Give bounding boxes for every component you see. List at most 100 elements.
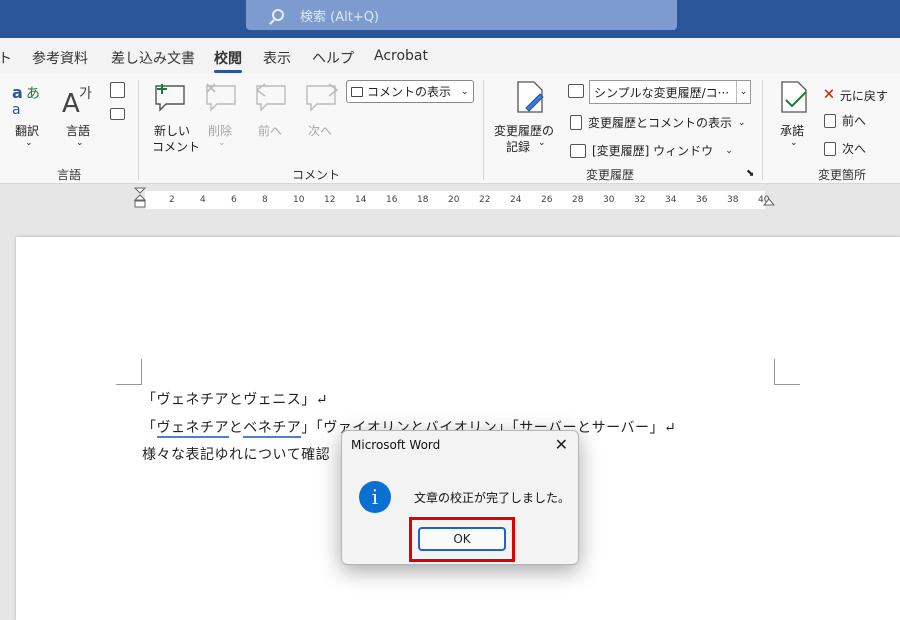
display-for-review-dropdown[interactable]: シンプルな変更履歴/コ··· ⌄ (589, 80, 751, 104)
new-comment-line2[interactable]: コメント (152, 138, 200, 155)
ruler-tick: 24 (510, 195, 522, 205)
next-comment-button[interactable]: 次へ (308, 122, 332, 139)
tab-mailings[interactable]: 差し込み文書 (111, 48, 195, 68)
track-changes-icon (517, 81, 544, 113)
ruler-tick: 14 (355, 195, 367, 205)
ok-button[interactable]: OK (418, 527, 506, 551)
reject-button[interactable]: 🗙 元に戻す (824, 84, 888, 106)
display-for-review-icon (568, 84, 584, 98)
next-change-icon (824, 141, 836, 156)
delete-comment-button[interactable]: 削除 (208, 122, 232, 139)
line2-particle: と (228, 420, 244, 436)
ruler-tick: 30 (603, 195, 615, 205)
ruler-tick: 12 (324, 195, 336, 205)
tab-view[interactable]: 表示 (263, 48, 291, 68)
track-changes-chevron-icon: ⌄ (538, 138, 546, 148)
keyboard-icon[interactable] (110, 108, 125, 120)
display-for-review-value: シンプルな変更履歴/コ··· (594, 85, 730, 100)
search-box[interactable]: 検索 (Alt+Q) (246, 0, 677, 30)
document-line-3: 様々な表記ゆれについて確認 (142, 447, 331, 463)
ruler-tick: 18 (417, 195, 429, 205)
tab-partial[interactable]: ト (0, 48, 12, 68)
flagged-word-venechia[interactable]: ヴェネチア (156, 420, 229, 438)
reviewing-pane-label: [変更履歴] ウィンドウ (592, 144, 714, 158)
previous-change-icon (824, 113, 836, 128)
info-icon: i (359, 481, 391, 513)
chevron-down-icon: ⌄ (736, 81, 750, 103)
ribbon-separator (762, 80, 763, 180)
show-markup-button[interactable]: 変更履歴とコメントの表示 ⌄ (570, 114, 746, 131)
svg-text:あ: あ (26, 86, 40, 102)
title-bar: 検索 (Alt+Q) (0, 0, 900, 38)
comment-bubble-icon (351, 86, 363, 97)
chevron-down-icon: ⌄ (461, 86, 469, 97)
ruler-tick: 2 (169, 195, 175, 205)
indent-marker-icon[interactable] (134, 187, 146, 209)
language-icon: A 가 (62, 86, 92, 116)
dialog-title: Microsoft Word (351, 438, 441, 452)
ruler-tick: 26 (541, 195, 553, 205)
language-button[interactable]: 言語 (66, 122, 90, 139)
next-change-label: 次へ (842, 142, 867, 156)
svg-text:a: a (12, 102, 21, 116)
track-changes-line2[interactable]: 記録 (506, 138, 530, 155)
ribbon-tabs: ト 参考資料 差し込み文書 校閲 表示 ヘルプ Acrobat (0, 38, 900, 74)
tab-acrobat[interactable]: Acrobat (374, 48, 428, 64)
ruler-tick: 34 (665, 195, 677, 205)
next-comment-icon (306, 83, 339, 112)
chevron-down-icon: ⌄ (738, 117, 746, 128)
message-dialog: Microsoft Word ✕ i 文章の校正が完了しました。 OK (341, 430, 579, 565)
ribbon-separator (483, 80, 484, 180)
comment-group-label: コメント (292, 168, 341, 182)
ruler-tick: 28 (572, 195, 584, 205)
accept-icon (781, 81, 807, 113)
word-count-icon[interactable] (110, 82, 125, 98)
show-markup-label: 変更履歴とコメントの表示 (588, 116, 733, 130)
close-icon[interactable]: ✕ (555, 435, 568, 454)
show-comments-button[interactable]: コメントの表示 ⌄ (346, 80, 474, 103)
flagged-word-benechia[interactable]: ベネチア (243, 420, 302, 438)
ruler-tick: 20 (448, 195, 460, 205)
ruler-tick: 10 (293, 195, 305, 205)
tab-references[interactable]: 参考資料 (32, 48, 88, 68)
right-indent-icon[interactable] (762, 193, 776, 207)
ribbon: a あ a 翻訳 ⌄ A 가 言語 ⌄ 言語 新しい コメント 削除 ⌄ 前へ … (0, 74, 900, 184)
next-change-button[interactable]: 次へ (824, 140, 866, 157)
track-changes-line1[interactable]: 変更履歴の (494, 122, 554, 139)
ruler-tick: 22 (479, 195, 491, 205)
margin-corner-right (774, 359, 800, 385)
ruler-tick: 8 (262, 195, 268, 205)
ruler-tick: 38 (727, 195, 739, 205)
translate-chevron-icon: ⌄ (25, 138, 33, 148)
ruler-tick: 32 (634, 195, 646, 205)
translate-button[interactable]: 翻訳 (15, 122, 39, 139)
tracking-group-label: 変更履歴 (586, 168, 635, 182)
accept-button[interactable]: 承諾 (780, 122, 804, 139)
reject-icon: 🗙 (824, 86, 834, 101)
search-icon (272, 9, 284, 21)
reviewing-pane-button[interactable]: [変更履歴] ウィンドウ ⌄ (570, 142, 733, 159)
chevron-down-icon: ⌄ (725, 145, 733, 156)
ruler-tick: 16 (386, 195, 398, 205)
previous-comment-button[interactable]: 前へ (258, 122, 282, 139)
delete-chevron-icon: ⌄ (218, 138, 226, 148)
margin-corner-left (116, 359, 142, 385)
ruler-tick: 6 (231, 195, 237, 205)
previous-change-button[interactable]: 前へ (824, 112, 866, 129)
tab-review[interactable]: 校閲 (214, 48, 242, 73)
previous-change-label: 前へ (842, 114, 867, 128)
svg-text:A: A (62, 89, 80, 116)
line2-bracket: 「 (142, 420, 157, 436)
new-comment-line1[interactable]: 新しい (154, 122, 190, 139)
horizontal-ruler: 2 4 6 8 10 12 14 16 18 20 22 24 26 28 30 32 34 36 38 40 (0, 185, 900, 215)
dialog-launcher-icon[interactable]: ⬊ (746, 168, 754, 179)
tab-help[interactable]: ヘルプ (312, 48, 354, 68)
changes-group-label: 変更箇所 (818, 168, 867, 182)
show-comments-label: コメントの表示 (367, 85, 452, 99)
document-line-1: 「ヴェネチアとヴェニス」↵ (142, 392, 328, 408)
reject-label: 元に戻す (839, 88, 888, 103)
pane-icon (570, 143, 586, 158)
translate-icon: a あ a (12, 83, 40, 116)
search-placeholder: 検索 (Alt+Q) (300, 9, 380, 25)
language-group-label: 言語 (57, 168, 82, 182)
